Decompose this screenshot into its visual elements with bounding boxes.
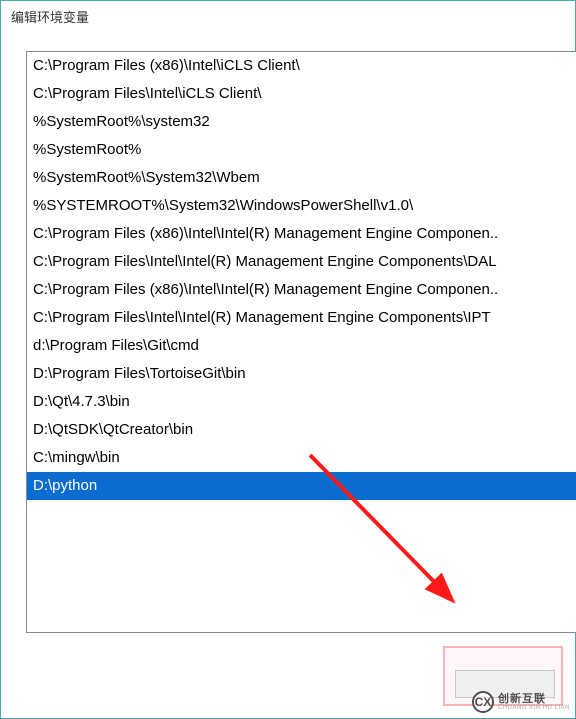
list-item[interactable]: %SYSTEMROOT%\System32\WindowsPowerShell\… bbox=[27, 192, 576, 220]
watermark: CX 创新互联 CHUANG XIN HU LIAN bbox=[472, 691, 570, 713]
watermark-main: 创新互联 bbox=[498, 694, 570, 705]
content-area: C:\Program Files (x86)\Intel\iCLS Client… bbox=[1, 31, 575, 718]
list-item[interactable]: C:\Program Files\Intel\iCLS Client\ bbox=[27, 80, 576, 108]
list-item[interactable]: C:\Program Files (x86)\Intel\Intel(R) Ma… bbox=[27, 276, 576, 304]
list-item[interactable]: C:\mingw\bin bbox=[27, 444, 576, 472]
list-item[interactable]: D:\Program Files\TortoiseGit\bin bbox=[27, 360, 576, 388]
window-title: 编辑环境变量 bbox=[11, 10, 89, 25]
list-item[interactable]: %SystemRoot%\System32\Wbem bbox=[27, 164, 576, 192]
list-item[interactable]: D:\python bbox=[27, 472, 576, 500]
watermark-logo-icon: CX bbox=[472, 691, 494, 713]
watermark-text: 创新互联 CHUANG XIN HU LIAN bbox=[498, 694, 570, 711]
list-item[interactable]: %SystemRoot% bbox=[27, 136, 576, 164]
list-item[interactable]: D:\Qt\4.7.3\bin bbox=[27, 388, 576, 416]
list-item[interactable]: C:\Program Files (x86)\Intel\Intel(R) Ma… bbox=[27, 220, 576, 248]
dialog-window: 编辑环境变量 C:\Program Files (x86)\Intel\iCLS… bbox=[0, 0, 576, 719]
list-item[interactable]: %SystemRoot%\system32 bbox=[27, 108, 576, 136]
path-listbox[interactable]: C:\Program Files (x86)\Intel\iCLS Client… bbox=[26, 51, 576, 633]
title-bar: 编辑环境变量 bbox=[1, 1, 575, 31]
list-item[interactable]: C:\Program Files\Intel\Intel(R) Manageme… bbox=[27, 304, 576, 332]
list-item[interactable]: C:\Program Files (x86)\Intel\iCLS Client… bbox=[27, 52, 576, 80]
list-item[interactable]: D:\QtSDK\QtCreator\bin bbox=[27, 416, 576, 444]
list-item[interactable]: d:\Program Files\Git\cmd bbox=[27, 332, 576, 360]
list-item[interactable]: C:\Program Files\Intel\Intel(R) Manageme… bbox=[27, 248, 576, 276]
watermark-sub: CHUANG XIN HU LIAN bbox=[498, 705, 570, 711]
